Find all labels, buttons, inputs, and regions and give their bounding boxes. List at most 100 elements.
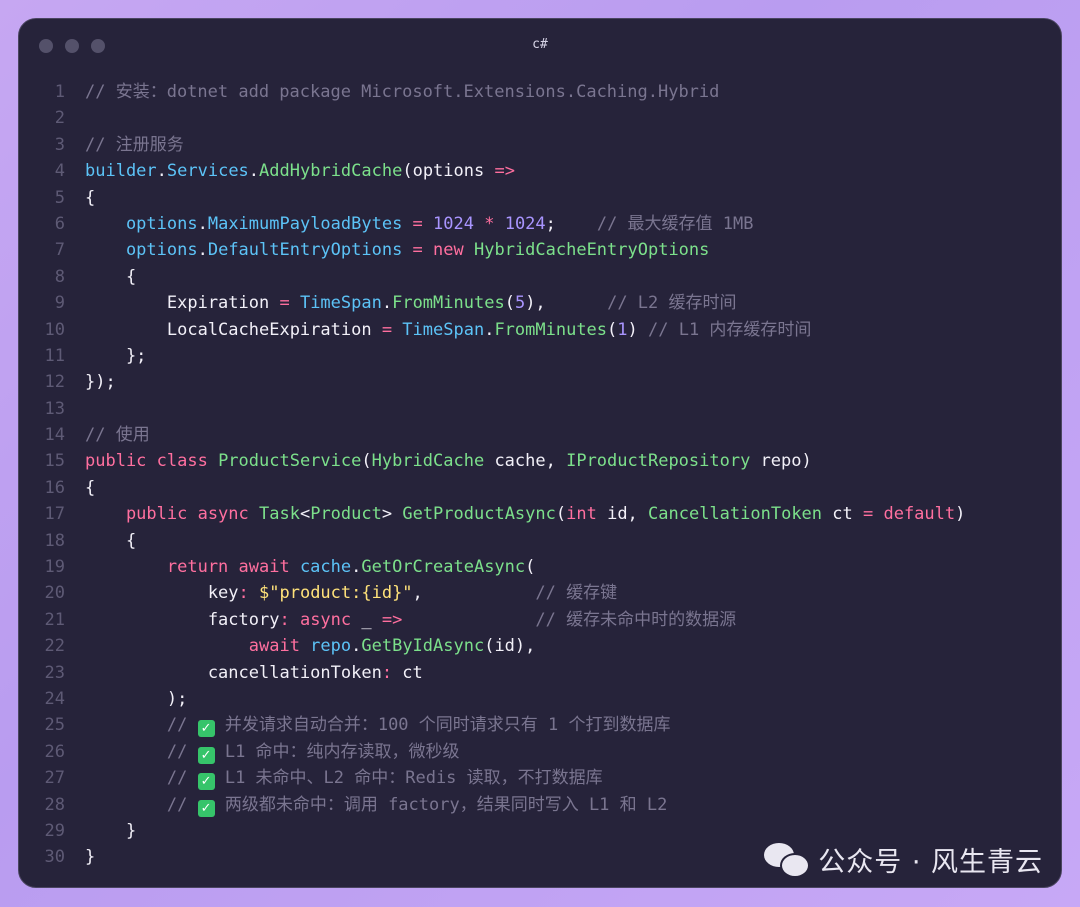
- line-number: 9: [54, 293, 65, 314]
- line-number: 30: [44, 847, 65, 868]
- line-text: key: $"product:{id}", // 缓存键: [85, 580, 617, 606]
- code-token: id,: [596, 504, 649, 525]
- line-text: options.MaximumPayloadBytes = 1024 * 102…: [85, 211, 754, 237]
- code-token: .: [197, 240, 208, 261]
- code-token: (id),: [484, 636, 536, 657]
- code-token: =: [269, 293, 300, 314]
- line-number: 20: [44, 583, 65, 604]
- code-token: CancellationToken: [648, 504, 823, 525]
- check-icon: ✓: [197, 746, 215, 764]
- code-token: Task: [259, 504, 300, 525]
- line-text: Expiration = TimeSpan.FromMinutes(5), //…: [85, 290, 737, 316]
- code-token: (: [504, 293, 515, 314]
- line-number: 8: [54, 266, 65, 287]
- code-token: ),: [525, 293, 608, 314]
- code-line: 1 // 安装：dotnet add package Microsoft.Exte…: [19, 79, 1061, 105]
- code-line: 26 // ✓ L1 命中：纯内存读取，微秒级: [19, 739, 1061, 765]
- code-token: {: [85, 266, 137, 287]
- code-token: TimeSpan: [299, 293, 382, 314]
- code-token: <: [299, 504, 311, 525]
- code-token: ct: [822, 504, 863, 525]
- line-text: {: [85, 528, 136, 554]
- line-text: return await cache.GetOrCreateAsync(: [85, 554, 536, 580]
- code-token: :: [279, 609, 300, 630]
- code-token: =>: [381, 609, 403, 630]
- code-token: 并发请求自动合并：100 个同时请求只有 1 个打到数据库: [214, 715, 671, 736]
- code-token: GetProductAsync: [402, 504, 556, 525]
- code-token: GetOrCreateAsync: [361, 557, 526, 578]
- code-token: builder: [85, 161, 157, 182]
- code-token: 1024: [433, 213, 474, 234]
- line-text: // ✓ 两级都未命中：调用 factory，结果同时写入 L1 和 L2: [85, 792, 667, 818]
- code-window: c# 1 // 安装：dotnet add package Microsoft.E…: [18, 18, 1062, 888]
- line-number: 10: [44, 319, 65, 340]
- line-text: factory: async _ => // 缓存未命中时的数据源: [85, 607, 736, 633]
- line-text: // 注册服务: [85, 132, 184, 158]
- line-number: 15: [44, 451, 65, 472]
- line-number: 17: [44, 504, 65, 525]
- code-line: 17 public async Task<Product> GetProduct…: [19, 501, 1061, 527]
- code-token: *: [473, 213, 505, 234]
- code-token: default: [883, 504, 956, 525]
- code-line: 20 key: $"product:{id}", // 缓存键: [19, 580, 1061, 606]
- line-number: 21: [44, 609, 65, 630]
- code-token: {: [85, 530, 137, 551]
- code-token: //: [85, 768, 198, 789]
- code-token: TimeSpan: [402, 319, 485, 340]
- code-token: .: [156, 161, 167, 182]
- code-token: options: [85, 240, 198, 261]
- code-token: // 注册服务: [85, 134, 184, 155]
- code-token: ): [955, 504, 966, 525]
- code-line: 6 options.MaximumPayloadBytes = 1024 * 1…: [19, 211, 1061, 237]
- code-token: Services: [166, 161, 249, 182]
- line-number: 27: [44, 768, 65, 789]
- code-token: (: [361, 451, 372, 472]
- code-token: //: [85, 741, 198, 762]
- title-bar: c#: [19, 19, 1061, 71]
- code-token: FromMinutes: [494, 319, 608, 340]
- line-text: public class ProductService(HybridCache …: [85, 448, 812, 474]
- code-token: =: [862, 504, 884, 525]
- check-icon: ✓: [197, 773, 215, 791]
- code-token: =: [402, 213, 434, 234]
- line-number: 16: [44, 477, 65, 498]
- code-token: (: [555, 504, 567, 525]
- code-token: ct: [402, 662, 423, 683]
- line-number: 26: [44, 741, 65, 762]
- line-number: 5: [54, 187, 65, 208]
- code-line: 4 builder.Services.AddHybridCache(options…: [19, 158, 1061, 184]
- line-number: 24: [44, 688, 65, 709]
- code-token: //: [85, 794, 198, 815]
- code-token: });: [85, 372, 116, 393]
- code-token: }: [85, 847, 96, 868]
- code-line: 25 // ✓ 并发请求自动合并：100 个同时请求只有 1 个打到数据库: [19, 712, 1061, 738]
- code-token: LocalCacheExpiration: [85, 319, 372, 340]
- code-token: 1024: [504, 213, 546, 234]
- code-token: $"product:{id}": [259, 583, 413, 604]
- code-line: 16 {: [19, 475, 1061, 501]
- line-number: 3: [54, 134, 65, 155]
- code-token: L1 未命中、L2 命中：Redis 读取，不打数据库: [214, 768, 603, 789]
- line-number: 28: [44, 794, 65, 815]
- code-token: =: [402, 240, 434, 261]
- code-line: 12});: [19, 369, 1061, 395]
- code-token: // 缓存键: [535, 583, 618, 604]
- line-number: 6: [54, 213, 65, 234]
- code-token: ,: [412, 583, 536, 604]
- code-token: return await: [85, 557, 300, 578]
- code-token: options: [85, 213, 198, 234]
- code-token: .: [351, 557, 362, 578]
- code-token: >: [381, 504, 403, 525]
- code-token: (: [607, 319, 618, 340]
- code-line: 24 );: [19, 686, 1061, 712]
- code-token: async: [299, 609, 362, 630]
- line-number: 2: [54, 108, 65, 129]
- code-line: 23 cancellationToken: ct: [19, 660, 1061, 686]
- code-token: :: [238, 583, 260, 604]
- line-text: });: [85, 369, 116, 395]
- code-token: {: [85, 477, 96, 498]
- line-text: // ✓ 并发请求自动合并：100 个同时请求只有 1 个打到数据库: [85, 712, 670, 738]
- code-token: // 安装：dotnet add package Microsoft.Exten…: [85, 82, 720, 102]
- line-number: 23: [44, 662, 65, 683]
- code-token: 1: [617, 319, 628, 340]
